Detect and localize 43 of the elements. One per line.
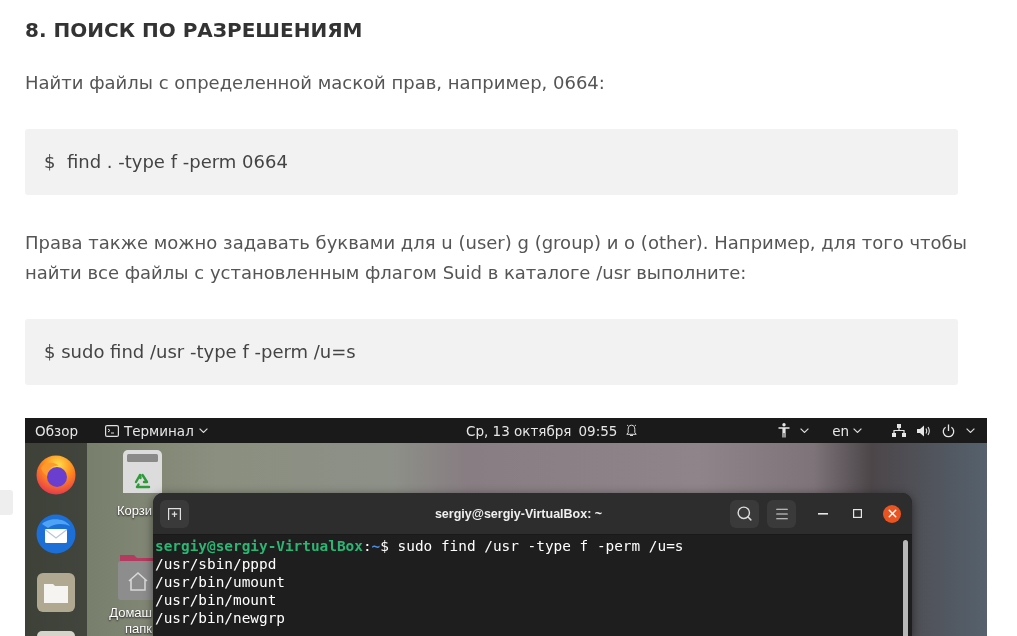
output-line: /usr/bin/mount <box>155 591 277 609</box>
window-title: sergiy@sergiy-VirtualBox: ~ <box>434 506 603 521</box>
prompt-line: sergiy@sergiy-VirtualBox:~$ sudo find /usr -type f -perm /u=s <box>155 537 684 555</box>
close-button[interactable] <box>883 504 901 523</box>
globe-app-icon[interactable] <box>36 455 76 495</box>
chevron-down-icon <box>966 428 975 433</box>
icon-label: Корзи <box>116 503 152 519</box>
power-icon <box>942 423 955 438</box>
network-icon <box>892 424 906 437</box>
app-menu-button[interactable]: Терминал <box>104 418 208 443</box>
paragraph: Права также можно задавать буквами для u (user) g (group) и o (other). Например, для того чтобы найти все файлы с установленным флагом Suid в каталоге /usr выполните: <box>25 231 968 285</box>
accessibility-icon <box>778 423 791 438</box>
icon-label: папк <box>125 620 152 636</box>
volume-icon <box>917 424 931 437</box>
terminal-icon <box>104 424 119 437</box>
search-button[interactable] <box>730 499 759 528</box>
envelope-app-icon[interactable] <box>36 514 76 554</box>
output-line: /usr/bin/newgrp <box>155 609 285 627</box>
output-line: /usr/sbin/pppd <box>155 555 277 573</box>
folder-app-icon[interactable] <box>37 573 75 612</box>
dock-app-icon[interactable] <box>37 631 75 636</box>
chevron-down-icon <box>800 428 810 433</box>
chevron-down-icon <box>198 428 208 433</box>
new-tab-icon <box>168 507 181 520</box>
output-line: /usr/bin/umount <box>155 573 285 591</box>
new-tab-button[interactable] <box>160 499 189 528</box>
recycle-bin-icon[interactable] <box>123 450 162 493</box>
home-folder-icon[interactable] <box>118 555 153 600</box>
menu-button[interactable] <box>767 499 796 528</box>
code-block: $ sudo find /usr -type f -perm /u=s <box>25 319 958 385</box>
code-block: $ find . -type f -perm 0664 <box>25 129 958 195</box>
search-icon <box>736 505 753 522</box>
section-heading: 8. ПОИСК ПО РАЗРЕШЕНИЯМ <box>25 17 363 44</box>
scrollbar[interactable] <box>903 540 908 636</box>
clock-button[interactable]: Ср, 13 октября 09:55 <box>466 418 638 443</box>
activities-button[interactable]: Обзор <box>35 418 78 443</box>
chevron-down-icon <box>853 428 862 433</box>
minimize-icon <box>818 512 828 515</box>
alarm-bell-icon <box>626 424 638 437</box>
paragraph: Найти файлы с определенной маской прав, например, 0664: <box>25 71 605 95</box>
maximize-icon <box>852 509 862 518</box>
keyboard-layout-button[interactable]: en <box>832 418 862 443</box>
icon-label: Домаш <box>109 605 152 621</box>
